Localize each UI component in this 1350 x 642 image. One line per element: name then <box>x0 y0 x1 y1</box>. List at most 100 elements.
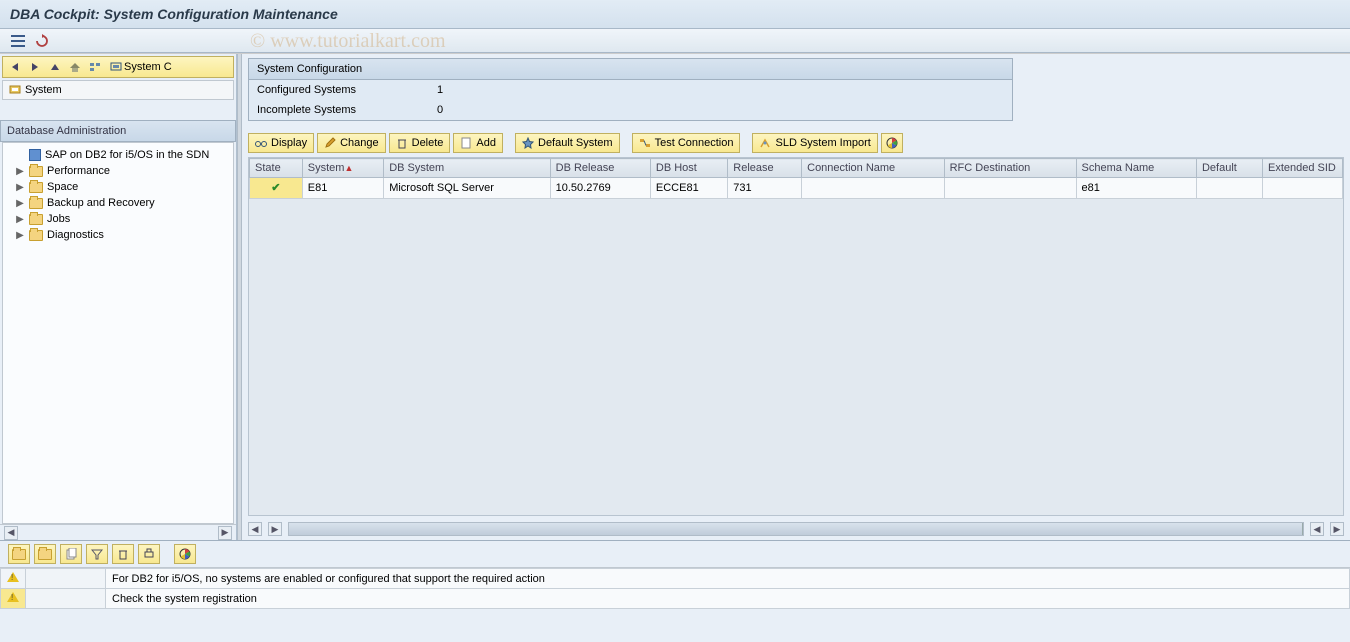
btn-label: Delete <box>412 137 444 149</box>
display-button[interactable]: Display <box>248 133 314 153</box>
msg-icon-cell <box>1 589 26 609</box>
table-row[interactable]: ✔ E81 Microsoft SQL Server 10.50.2769 EC… <box>250 178 1343 199</box>
filter-icon[interactable] <box>86 544 108 564</box>
app-toolbar <box>0 29 1350 53</box>
col-conn-name[interactable]: Connection Name <box>802 159 944 178</box>
scroll-right-icon[interactable]: ▶ <box>268 522 282 536</box>
scroll-left-icon[interactable]: ◀ <box>4 526 18 540</box>
col-db-host[interactable]: DB Host <box>650 159 727 178</box>
tree-item-performance[interactable]: ▶ Performance <box>5 163 231 179</box>
info-label: Configured Systems <box>257 84 417 96</box>
folder-closed-icon[interactable] <box>34 544 56 564</box>
btn-label: SLD System Import <box>775 137 870 149</box>
page-title: DBA Cockpit: System Configuration Mainte… <box>0 0 1350 29</box>
msg-text: Check the system registration <box>106 589 1350 609</box>
folder-icon <box>29 214 43 225</box>
sld-import-button[interactable]: SLD System Import <box>752 133 877 153</box>
tree-item-sdn[interactable]: • SAP on DB2 for i5/OS in the SDN <box>5 147 231 163</box>
expand-icon[interactable]: ▶ <box>15 166 25 177</box>
folder-icon <box>29 230 43 241</box>
action-toolbar: Display Change Delete Add Default System <box>242 131 1350 155</box>
scroll-thumb[interactable] <box>289 523 1303 535</box>
message-row[interactable]: Check the system registration <box>1 589 1350 609</box>
color-wheel-icon <box>885 136 899 150</box>
star-icon <box>522 137 534 149</box>
copy-icon[interactable] <box>60 544 82 564</box>
btn-label: Default System <box>538 137 613 149</box>
expand-icon[interactable]: ▶ <box>15 198 25 209</box>
nav-forward-icon[interactable] <box>26 59 44 75</box>
test-connection-button[interactable]: Test Connection <box>632 133 741 153</box>
cell-schema: e81 <box>1076 178 1196 199</box>
add-button[interactable]: Add <box>453 133 503 153</box>
cell-default <box>1196 178 1262 199</box>
tree-item-backup[interactable]: ▶ Backup and Recovery <box>5 195 231 211</box>
col-release[interactable]: Release <box>728 159 802 178</box>
nav-tree-header: Database Administration <box>0 120 236 142</box>
folder-icon <box>29 166 43 177</box>
col-db-system[interactable]: DB System <box>384 159 550 178</box>
color-wheel-icon[interactable] <box>174 544 196 564</box>
scroll-left-icon[interactable]: ◀ <box>1310 522 1324 536</box>
info-row-configured: Configured Systems 1 <box>249 80 1012 100</box>
right-h-scrollbar[interactable]: ◀ ▶ ◀ ▶ <box>248 520 1344 538</box>
breadcrumb-text: System <box>25 84 62 96</box>
pencil-icon <box>324 137 336 149</box>
messages-section: For DB2 for i5/OS, no systems are enable… <box>0 540 1350 609</box>
nav-tree-icon[interactable] <box>86 59 104 75</box>
col-state[interactable]: State <box>250 159 303 178</box>
tree-item-space[interactable]: ▶ Space <box>5 179 231 195</box>
delete-button[interactable]: Delete <box>389 133 451 153</box>
expand-icon[interactable]: ▶ <box>15 182 25 193</box>
col-db-release[interactable]: DB Release <box>550 159 650 178</box>
scroll-left-icon[interactable]: ◀ <box>248 522 262 536</box>
btn-label: Add <box>476 137 496 149</box>
nav-back-icon[interactable] <box>6 59 24 75</box>
folder-open-icon[interactable] <box>8 544 30 564</box>
cell-conn <box>802 178 944 199</box>
system-icon <box>9 84 21 96</box>
expand-icon[interactable]: ▶ <box>15 230 25 241</box>
left-pane: System C System Database Administration … <box>0 54 237 540</box>
tree-label: Space <box>47 181 78 193</box>
warning-icon <box>7 572 19 582</box>
msg-spacer <box>26 589 106 609</box>
doc-icon <box>29 149 41 161</box>
sort-asc-icon: ▲ <box>344 163 353 173</box>
color-legend-button[interactable] <box>881 133 903 153</box>
info-panel: System Configuration Configured Systems … <box>248 58 1013 121</box>
cell-rfc <box>944 178 1076 199</box>
left-scrollbar[interactable]: ◀ ▶ <box>0 524 236 540</box>
tree-label: SAP on DB2 for i5/OS in the SDN <box>45 149 209 161</box>
col-default[interactable]: Default <box>1196 159 1262 178</box>
trash-icon[interactable] <box>112 544 134 564</box>
glasses-icon <box>255 137 267 149</box>
nav-up-icon[interactable] <box>46 59 64 75</box>
cell-db-system: Microsoft SQL Server <box>384 178 550 199</box>
default-system-button[interactable]: Default System <box>515 133 620 153</box>
nav-breadcrumb[interactable]: System <box>2 80 234 100</box>
info-value: 1 <box>437 84 443 96</box>
tree-label: Backup and Recovery <box>47 197 155 209</box>
warning-icon <box>7 592 19 602</box>
refresh-icon[interactable] <box>32 32 52 50</box>
tree-item-jobs[interactable]: ▶ Jobs <box>5 211 231 227</box>
nav-system-button[interactable]: System C <box>106 59 176 75</box>
menu-icon[interactable] <box>8 32 28 50</box>
message-row[interactable]: For DB2 for i5/OS, no systems are enable… <box>1 569 1350 589</box>
col-ext-sid[interactable]: Extended SID <box>1263 159 1343 178</box>
col-schema[interactable]: Schema Name <box>1076 159 1196 178</box>
change-button[interactable]: Change <box>317 133 386 153</box>
col-system[interactable]: System▲ <box>302 159 383 178</box>
tree-item-diagnostics[interactable]: ▶ Diagnostics <box>5 227 231 243</box>
expand-icon[interactable]: ▶ <box>15 214 25 225</box>
table-header-row: State System▲ DB System DB Release DB Ho… <box>250 159 1343 178</box>
scroll-right-icon[interactable]: ▶ <box>1330 522 1344 536</box>
connection-icon <box>639 137 651 149</box>
nav-home-icon[interactable] <box>66 59 84 75</box>
cell-release: 731 <box>728 178 802 199</box>
print-icon[interactable] <box>138 544 160 564</box>
scroll-right-icon[interactable]: ▶ <box>218 526 232 540</box>
scroll-track[interactable] <box>288 522 1304 536</box>
col-rfc[interactable]: RFC Destination <box>944 159 1076 178</box>
